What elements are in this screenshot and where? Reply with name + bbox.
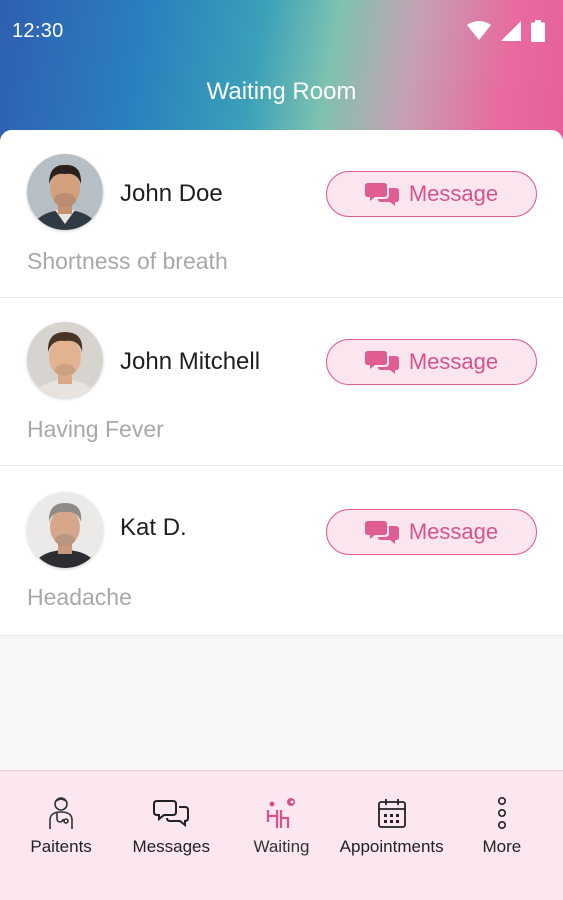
patient-complaint: Headache bbox=[27, 584, 132, 610]
patient-avatar bbox=[27, 154, 103, 230]
chat-icon bbox=[153, 793, 190, 833]
patient-name: John Mitchell bbox=[120, 348, 261, 375]
more-vertical-icon bbox=[496, 793, 508, 833]
message-button-label: Message bbox=[408, 519, 499, 544]
battery-icon bbox=[531, 20, 545, 42]
patient-name: John Doe bbox=[120, 180, 223, 207]
patient-complaint: Shortness of breath bbox=[27, 248, 228, 274]
chat-icon bbox=[364, 521, 399, 544]
patient-card[interactable]: John Mitchell Message Having Fever bbox=[0, 298, 563, 466]
status-icons bbox=[467, 20, 545, 42]
chat-icon bbox=[364, 183, 399, 206]
nav-label: Messages bbox=[132, 837, 211, 856]
doctor-icon bbox=[48, 793, 74, 833]
nav-label: Waiting bbox=[253, 837, 310, 856]
nav-item-more[interactable]: More bbox=[447, 771, 557, 900]
patient-complaint: Having Fever bbox=[27, 416, 164, 442]
patient-name: Kat D. bbox=[120, 514, 187, 541]
nav-item-appointments[interactable]: Appointments bbox=[337, 771, 447, 900]
status-time: 12:30 bbox=[12, 19, 64, 42]
message-button[interactable]: Message bbox=[326, 171, 537, 217]
page-title: Waiting Room bbox=[206, 78, 357, 105]
message-button-label: Message bbox=[408, 181, 499, 206]
wifi-icon bbox=[467, 21, 491, 40]
message-button[interactable]: Message bbox=[326, 509, 537, 555]
patient-card[interactable]: John Doe Message Shortness of breath bbox=[0, 130, 563, 298]
patient-avatar bbox=[27, 492, 103, 568]
nav-item-patients[interactable]: Paitents bbox=[6, 771, 116, 900]
waiting-icon bbox=[264, 793, 298, 833]
patient-avatar bbox=[27, 322, 103, 398]
message-button-label: Message bbox=[408, 349, 499, 374]
chat-icon bbox=[364, 351, 399, 374]
calendar-icon bbox=[377, 793, 407, 833]
nav-label: Appointments bbox=[339, 837, 444, 856]
bottom-navigation: Paitents Messages Waiting Appointments M… bbox=[0, 770, 563, 900]
nav-item-waiting[interactable]: Waiting bbox=[226, 771, 336, 900]
patient-card[interactable]: Kat D. Message Headache bbox=[0, 466, 563, 636]
nav-item-messages[interactable]: Messages bbox=[116, 771, 226, 900]
signal-icon bbox=[501, 21, 521, 41]
status-bar: 12:30 bbox=[0, 0, 563, 62]
message-button[interactable]: Message bbox=[326, 339, 537, 385]
patient-list: John Doe Message Shortness of breath Joh… bbox=[0, 130, 563, 636]
app-header: 12:30 Waiting Room bbox=[0, 0, 563, 150]
nav-label: More bbox=[482, 837, 522, 856]
nav-label: Paitents bbox=[30, 837, 92, 856]
